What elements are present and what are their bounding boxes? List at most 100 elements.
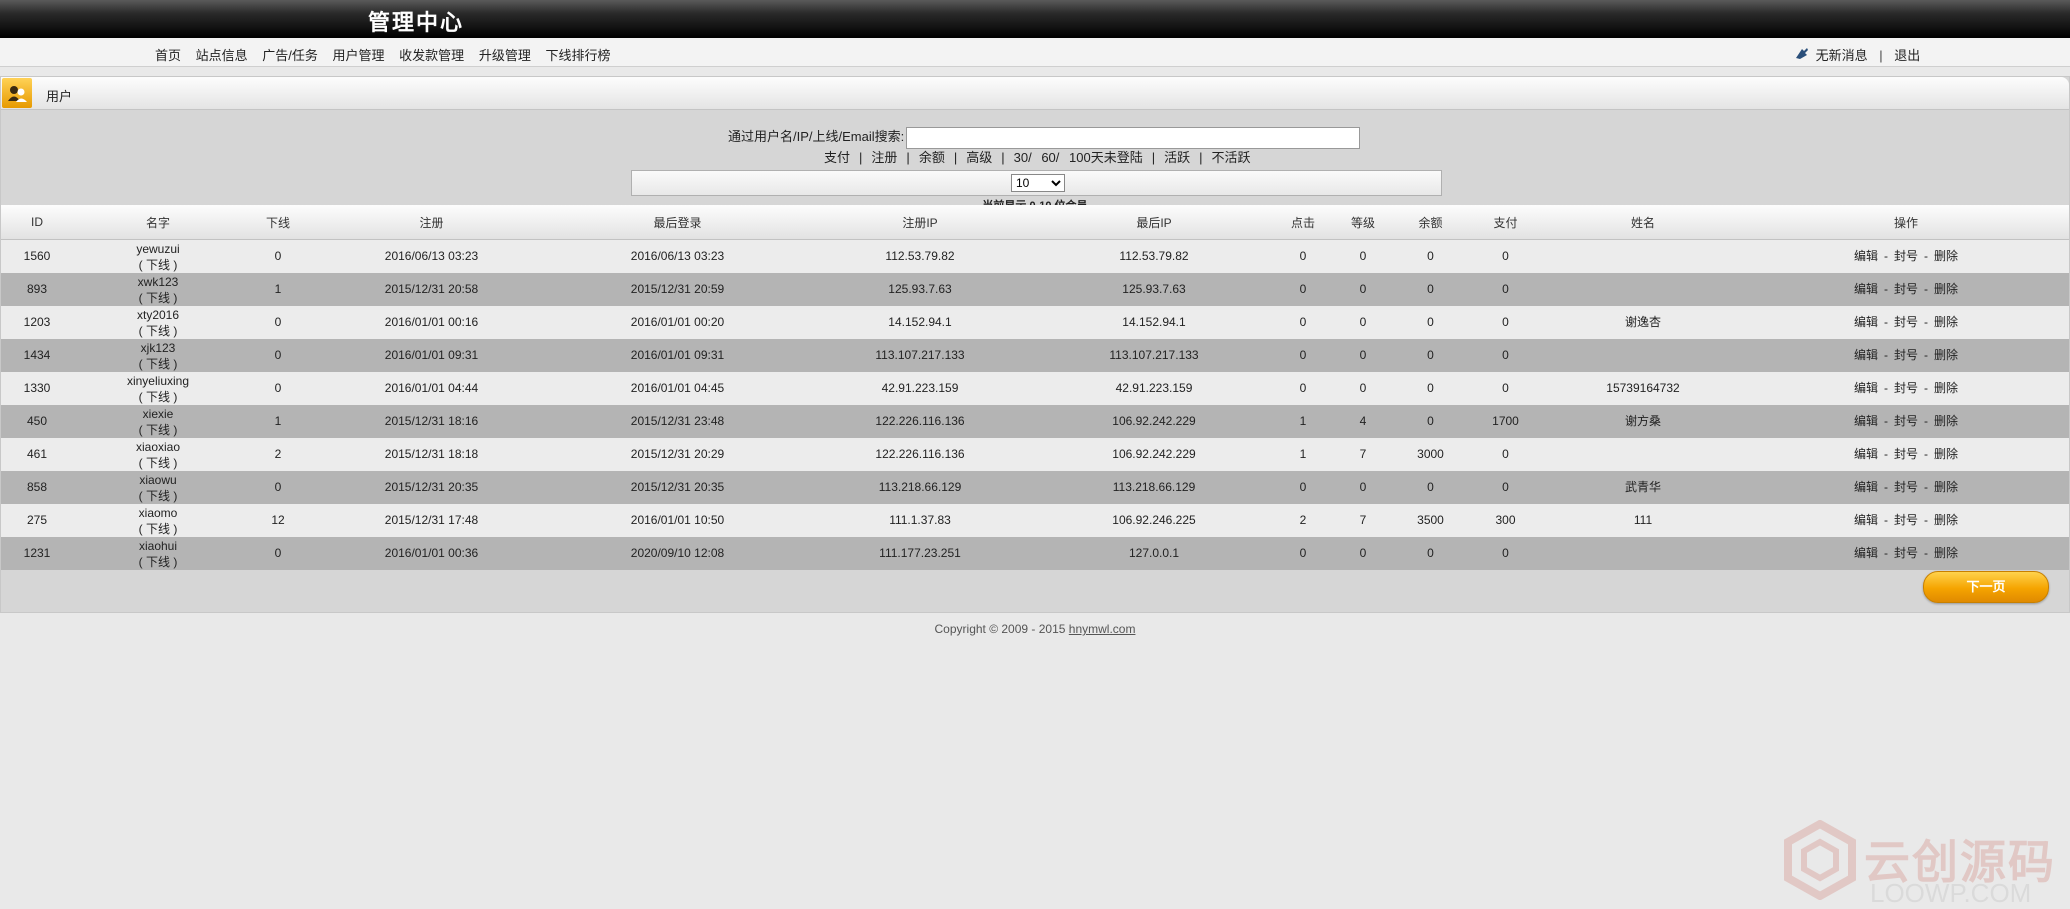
- nav-item-payments[interactable]: 收发款管理: [399, 48, 464, 63]
- col-header-id[interactable]: ID: [1, 205, 73, 240]
- copyright-text: Copyright © 2009 - 2015: [934, 622, 1066, 636]
- ban-link[interactable]: 封号: [1894, 348, 1918, 362]
- ban-link[interactable]: 封号: [1894, 546, 1918, 560]
- col-header-reg-ip[interactable]: 注册IP: [805, 205, 1035, 240]
- delete-link[interactable]: 删除: [1934, 381, 1958, 395]
- col-header-last-login[interactable]: 最后登录: [550, 205, 805, 240]
- downline-link[interactable]: ( 下线 ): [73, 323, 243, 339]
- watermark-subtext: LOOWP.COM: [1870, 878, 2032, 908]
- watermark-logo-icon: [1784, 819, 1856, 901]
- filter-60-days[interactable]: 60/: [1041, 150, 1059, 165]
- edit-link[interactable]: 编辑: [1854, 348, 1878, 362]
- col-header-balance[interactable]: 余额: [1393, 205, 1468, 240]
- cell-paid: 0: [1468, 306, 1543, 339]
- filter-pay[interactable]: 支付: [824, 150, 850, 165]
- nav-item-user-management[interactable]: 用户管理: [333, 48, 385, 63]
- delete-link[interactable]: 删除: [1934, 315, 1958, 329]
- cell-reg-ip: 111.1.37.83: [805, 504, 1035, 537]
- edit-link[interactable]: 编辑: [1854, 447, 1878, 461]
- filter-register[interactable]: 注册: [871, 150, 897, 165]
- cell-level: 0: [1333, 471, 1393, 504]
- col-header-last-ip[interactable]: 最后IP: [1035, 205, 1273, 240]
- ban-link[interactable]: 封号: [1894, 315, 1918, 329]
- cell-real-name: 谢逸杏: [1543, 306, 1743, 339]
- cell-name: yewuzui( 下线 ): [73, 239, 243, 273]
- ban-link[interactable]: 封号: [1894, 447, 1918, 461]
- action-divider: -: [1924, 348, 1928, 362]
- edit-link[interactable]: 编辑: [1854, 480, 1878, 494]
- delete-link[interactable]: 删除: [1934, 414, 1958, 428]
- filter-30-days[interactable]: 30/: [1014, 150, 1032, 165]
- downline-link[interactable]: ( 下线 ): [73, 257, 243, 273]
- cell-last-ip: 113.218.66.129: [1035, 471, 1273, 504]
- action-divider: -: [1924, 414, 1928, 428]
- col-header-level[interactable]: 等级: [1333, 205, 1393, 240]
- col-header-paid[interactable]: 支付: [1468, 205, 1543, 240]
- cell-actions: 编辑 - 封号 - 删除: [1743, 239, 2069, 273]
- nav-item-site-info[interactable]: 站点信息: [196, 48, 248, 63]
- edit-link[interactable]: 编辑: [1854, 282, 1878, 296]
- col-header-clicks[interactable]: 点击: [1273, 205, 1333, 240]
- cell-downline: 0: [243, 537, 313, 570]
- delete-link[interactable]: 删除: [1934, 546, 1958, 560]
- col-header-name[interactable]: 名字: [73, 205, 243, 240]
- search-input[interactable]: [906, 126, 1361, 149]
- filter-advanced[interactable]: 高级: [966, 150, 992, 165]
- ban-link[interactable]: 封号: [1894, 480, 1918, 494]
- delete-link[interactable]: 删除: [1934, 480, 1958, 494]
- nav-item-ads-tasks[interactable]: 广告/任务: [262, 48, 318, 63]
- ban-link[interactable]: 封号: [1894, 414, 1918, 428]
- cell-id: 1231: [1, 537, 73, 570]
- nav-item-home[interactable]: 首页: [155, 48, 181, 63]
- col-header-registered[interactable]: 注册: [313, 205, 550, 240]
- filter-active[interactable]: 活跃: [1164, 150, 1190, 165]
- delete-link[interactable]: 删除: [1934, 282, 1958, 296]
- cell-real-name: [1543, 339, 1743, 372]
- user-group-icon: [2, 78, 32, 108]
- filter-inactive[interactable]: 不活跃: [1212, 150, 1251, 165]
- cell-name: xjk123( 下线 ): [73, 339, 243, 372]
- col-header-downline[interactable]: 下线: [243, 205, 313, 240]
- delete-link[interactable]: 删除: [1934, 447, 1958, 461]
- cell-level: 0: [1333, 537, 1393, 570]
- messages-link[interactable]: 无新消息: [1816, 48, 1868, 63]
- ban-link[interactable]: 封号: [1894, 513, 1918, 527]
- filter-balance[interactable]: 余额: [919, 150, 945, 165]
- site-link[interactable]: hnymwl.com: [1069, 622, 1136, 636]
- edit-link[interactable]: 编辑: [1854, 546, 1878, 560]
- downline-link[interactable]: ( 下线 ): [73, 488, 243, 504]
- downline-link[interactable]: ( 下线 ): [73, 356, 243, 372]
- ban-link[interactable]: 封号: [1894, 282, 1918, 296]
- nav-item-upgrades[interactable]: 升级管理: [479, 48, 531, 63]
- table-row: 858 xiaowu( 下线 ) 0 2015/12/31 20:35 2015/12/…: [1, 471, 2069, 504]
- downline-link[interactable]: ( 下线 ): [73, 521, 243, 537]
- cell-real-name: [1543, 537, 1743, 570]
- downline-link[interactable]: ( 下线 ): [73, 455, 243, 471]
- delete-link[interactable]: 删除: [1934, 249, 1958, 263]
- ban-link[interactable]: 封号: [1894, 381, 1918, 395]
- edit-link[interactable]: 编辑: [1854, 381, 1878, 395]
- per-page-select[interactable]: 10: [1011, 174, 1065, 192]
- edit-link[interactable]: 编辑: [1854, 513, 1878, 527]
- action-divider: -: [1883, 480, 1888, 494]
- delete-link[interactable]: 删除: [1934, 348, 1958, 362]
- filter-100-days-inactive[interactable]: 100天未登陆: [1069, 150, 1143, 165]
- cell-registered: 2016/01/01 04:44: [313, 372, 550, 405]
- delete-link[interactable]: 删除: [1934, 513, 1958, 527]
- downline-link[interactable]: ( 下线 ): [73, 290, 243, 306]
- next-page-button[interactable]: 下一页: [1923, 571, 2049, 603]
- downline-link[interactable]: ( 下线 ): [73, 554, 243, 570]
- downline-link[interactable]: ( 下线 ): [73, 389, 243, 405]
- edit-link[interactable]: 编辑: [1854, 249, 1878, 263]
- downline-link[interactable]: ( 下线 ): [73, 422, 243, 438]
- cell-reg-ip: 113.218.66.129: [805, 471, 1035, 504]
- edit-link[interactable]: 编辑: [1854, 315, 1878, 329]
- logout-link[interactable]: 退出: [1894, 48, 1920, 63]
- edit-link[interactable]: 编辑: [1854, 414, 1878, 428]
- ban-link[interactable]: 封号: [1894, 249, 1918, 263]
- col-header-real-name[interactable]: 姓名: [1543, 205, 1743, 240]
- cell-registered: 2015/12/31 18:16: [313, 405, 550, 438]
- nav-item-downline-ranking[interactable]: 下线排行榜: [545, 48, 610, 63]
- cell-downline: 0: [243, 372, 313, 405]
- cell-clicks: 0: [1273, 372, 1333, 405]
